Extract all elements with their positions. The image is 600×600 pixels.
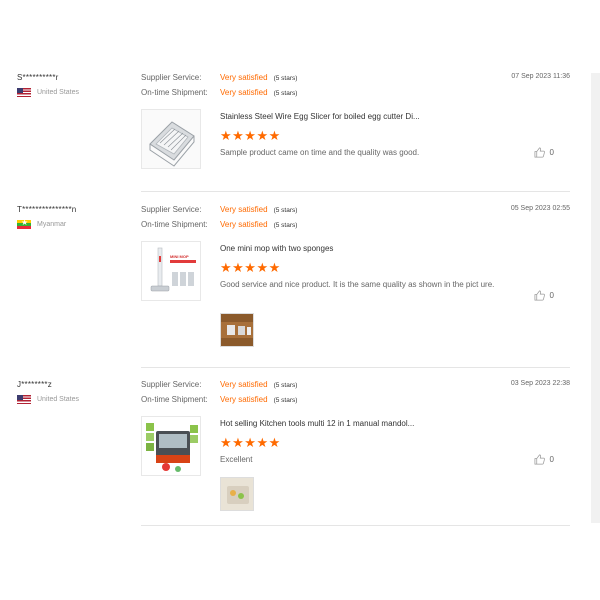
like-count: 0 xyxy=(549,148,554,157)
review-date: 03 Sep 2023 22:38 xyxy=(510,380,570,387)
supplier-service-stars: (5 stars) xyxy=(273,207,298,214)
supplier-service-rating: Very satisfied xyxy=(220,380,268,389)
mandoline-slicer-image xyxy=(142,417,200,475)
supplier-service-stars: (5 stars) xyxy=(273,382,298,389)
review-divider xyxy=(141,191,570,192)
like-count: 0 xyxy=(549,455,554,464)
us-flag-icon xyxy=(17,395,31,404)
ontime-shipment-stars: (5 stars) xyxy=(273,90,298,97)
product-title-link[interactable]: Stainless Steel Wire Egg Slicer for boil… xyxy=(220,112,420,121)
rating-stars: ★★★★★ xyxy=(220,435,281,450)
review-photo-image xyxy=(221,478,253,510)
supplier-service-stars: (5 stars) xyxy=(273,75,298,82)
ontime-shipment-stars: (5 stars) xyxy=(273,397,298,404)
product-thumbnail[interactable]: MINI MOP xyxy=(141,241,201,301)
ontime-shipment-stars: (5 stars) xyxy=(273,222,298,229)
review-date: 07 Sep 2023 11:36 xyxy=(511,73,570,80)
product-title-link[interactable]: Hot selling Kitchen tools multi 12 in 1 … xyxy=(220,419,414,428)
ontime-shipment-label: On-time Shipment: xyxy=(141,88,208,97)
review-item: S**********r United States Supplier Serv… xyxy=(17,73,570,191)
thumbnail-caption: MINI MOP xyxy=(170,254,189,259)
like-button[interactable]: 0 xyxy=(534,147,554,158)
rating-stars: ★★★★★ xyxy=(220,260,281,275)
ontime-shipment-rating: Very satisfied xyxy=(220,395,268,404)
thumbs-up-icon xyxy=(534,454,545,465)
supplier-service-label: Supplier Service: xyxy=(141,73,202,82)
product-thumbnail[interactable] xyxy=(141,109,201,169)
supplier-ratings: Supplier Service: Very satisfied (5 star… xyxy=(141,380,297,410)
ontime-shipment-label: On-time Shipment: xyxy=(141,395,208,404)
ontime-shipment-rating: Very satisfied xyxy=(220,220,268,229)
like-count: 0 xyxy=(549,291,554,300)
buyer-country: Myanmar xyxy=(17,220,137,229)
thumbs-up-icon xyxy=(534,147,545,158)
like-button[interactable]: 0 xyxy=(534,454,554,465)
review-item: T***************n Myanmar Supplier Servi… xyxy=(17,205,570,365)
country-name: Myanmar xyxy=(37,221,67,228)
us-flag-icon xyxy=(17,88,31,97)
supplier-service-label: Supplier Service: xyxy=(141,380,202,389)
supplier-ratings: Supplier Service: Very satisfied (5 star… xyxy=(141,205,297,235)
rating-stars: ★★★★★ xyxy=(220,128,281,143)
product-title-link[interactable]: One mini mop with two sponges xyxy=(220,244,333,253)
buyer-name: T***************n xyxy=(17,205,77,214)
myanmar-flag-icon xyxy=(17,220,31,229)
review-comment: Good service and nice product. It is the… xyxy=(220,280,495,289)
ontime-shipment-rating: Very satisfied xyxy=(220,88,268,97)
supplier-service-rating: Very satisfied xyxy=(220,205,268,214)
buyer-info: J********z United States xyxy=(17,380,137,404)
review-date: 05 Sep 2023 02:55 xyxy=(510,205,570,212)
supplier-service-rating: Very satisfied xyxy=(220,73,268,82)
supplier-service-label: Supplier Service: xyxy=(141,205,202,214)
review-divider xyxy=(141,367,570,368)
buyer-country: United States xyxy=(17,395,137,404)
buyer-country: United States xyxy=(17,88,137,97)
scrollbar[interactable] xyxy=(591,73,600,523)
review-photo[interactable] xyxy=(220,313,254,347)
country-name: United States xyxy=(37,89,80,96)
thumbs-up-icon xyxy=(534,290,545,301)
country-name: United States xyxy=(37,396,80,403)
egg-slicer-image xyxy=(142,110,200,168)
review-photo-image xyxy=(221,314,253,346)
product-thumbnail[interactable] xyxy=(141,416,201,476)
review-divider xyxy=(141,525,570,526)
mini-mop-image xyxy=(142,242,200,300)
buyer-name: S**********r xyxy=(17,73,59,82)
review-item: J********z United States Supplier Servic… xyxy=(17,380,570,524)
ontime-shipment-label: On-time Shipment: xyxy=(141,220,208,229)
buyer-name: J********z xyxy=(17,380,52,389)
supplier-ratings: Supplier Service: Very satisfied (5 star… xyxy=(141,73,297,103)
like-button[interactable]: 0 xyxy=(534,290,554,301)
buyer-info: T***************n Myanmar xyxy=(17,205,137,229)
buyer-info: S**********r United States xyxy=(17,73,137,97)
review-comment: Excellent xyxy=(220,455,253,464)
review-comment: Sample product came on time and the qual… xyxy=(220,148,420,157)
review-photo[interactable] xyxy=(220,477,254,511)
